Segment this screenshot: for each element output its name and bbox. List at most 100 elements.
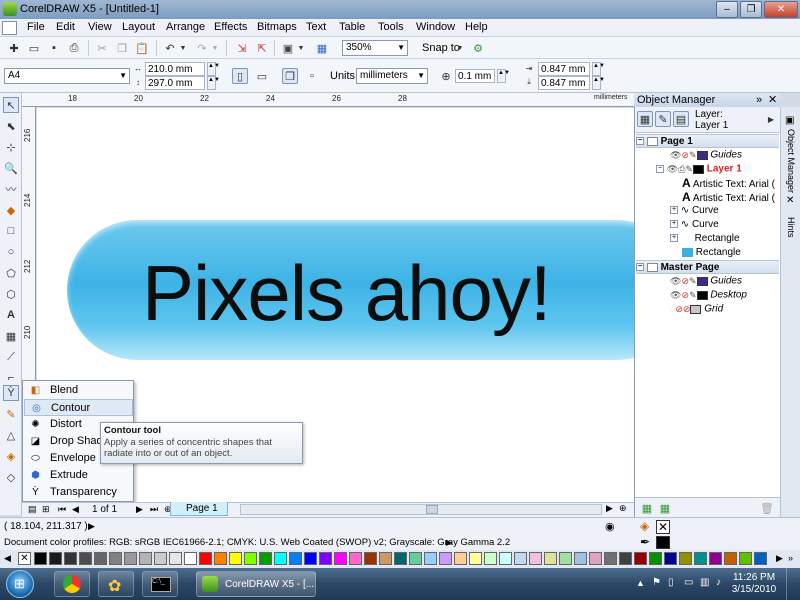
delete-icon[interactable]: 🗑	[759, 500, 775, 516]
flyout-item-extrude[interactable]: ⬢ Extrude	[24, 467, 133, 484]
polygon-tool-icon[interactable]: ⬠	[3, 265, 19, 281]
fill-tool-icon[interactable]: ◈	[3, 448, 19, 464]
outline-color-swatch[interactable]	[656, 536, 670, 549]
visibility-eye-icon[interactable]: 👁	[670, 288, 681, 302]
palette-swatch[interactable]	[529, 552, 542, 565]
all-pages-icon[interactable]: ❐	[282, 68, 298, 84]
dup-y-spinner[interactable]: ▲▼	[592, 76, 605, 90]
undo-icon[interactable]: ↶	[162, 40, 178, 56]
units-select[interactable]: millimeters ▼	[356, 68, 428, 84]
nudge-spinner[interactable]: ▲▼	[497, 69, 510, 83]
flyout-item-transparency[interactable]: Ỳ Transparency	[24, 484, 133, 501]
duplicate-distance-y-field[interactable]: 0.847 mm	[538, 76, 590, 90]
portrait-icon[interactable]: ▯	[232, 68, 248, 84]
collapse-icon[interactable]: −	[636, 263, 644, 272]
scroll-right-icon[interactable]: ▶	[606, 503, 613, 514]
palette-scroll-right-icon[interactable]: ▶	[776, 553, 783, 564]
palette-swatch[interactable]	[649, 552, 662, 565]
edit-pencil-icon[interactable]: ✎	[689, 274, 697, 288]
zoom-select[interactable]: 350% ▼	[342, 40, 408, 56]
freehand-tool-icon[interactable]: 〰	[3, 181, 19, 197]
visibility-eye-icon[interactable]: 👁	[670, 148, 681, 162]
menu-layout[interactable]: Layout	[122, 21, 155, 33]
palette-swatch[interactable]	[679, 552, 692, 565]
palette-swatch[interactable]	[694, 552, 707, 565]
palette-swatch[interactable]	[469, 552, 482, 565]
palette-swatch[interactable]	[424, 552, 437, 565]
palette-swatch[interactable]	[199, 552, 212, 565]
edit-pencil-icon[interactable]: ✎	[685, 162, 693, 176]
palette-swatch[interactable]	[94, 552, 107, 565]
palette-swatch[interactable]	[664, 552, 677, 565]
expand-icon[interactable]: +	[670, 220, 678, 229]
expand-icon[interactable]: +	[670, 206, 678, 215]
palette-swatch[interactable]	[289, 552, 302, 565]
undo-dropdown-icon[interactable]: ▼	[178, 40, 188, 56]
palette-swatch[interactable]	[169, 552, 182, 565]
tree-object-artistic-text[interactable]: A Artistic Text: Arial (	[636, 176, 779, 190]
crop-tool-icon[interactable]: ⊹	[3, 139, 19, 155]
horizontal-ruler[interactable]: 18 20 22 24 26 28 millimeters	[22, 93, 634, 107]
tray-volume-icon[interactable]: ♪	[716, 577, 721, 588]
print-disabled-icon[interactable]: ⊘	[681, 148, 689, 162]
close-button[interactable]: ✕	[764, 1, 798, 18]
edit-across-layers-icon[interactable]: ✎	[655, 111, 671, 127]
palette-swatch[interactable]	[634, 552, 647, 565]
menu-effects[interactable]: Effects	[214, 21, 247, 33]
panel-menu-icon[interactable]: ▶	[765, 111, 777, 127]
palette-swatch[interactable]	[739, 552, 752, 565]
palette-swatch[interactable]	[124, 552, 137, 565]
palette-swatch[interactable]	[49, 552, 62, 565]
profile-arrow-icon[interactable]: ▶	[446, 535, 452, 550]
palette-swatch[interactable]	[304, 552, 317, 565]
palette-swatch[interactable]	[334, 552, 347, 565]
duplicate-distance-x-field[interactable]: 0.847 mm	[538, 62, 590, 76]
last-page-icon[interactable]: ⏭	[150, 504, 158, 515]
print-icon[interactable]: ⎙	[678, 162, 685, 176]
cut-icon[interactable]: ✂	[94, 40, 110, 56]
tab-hints[interactable]: Hints	[786, 217, 796, 238]
coreldraw-app-icon[interactable]	[3, 2, 17, 16]
page-tab[interactable]: Page 1	[170, 502, 228, 516]
edit-pencil-icon[interactable]: ✎	[689, 148, 697, 162]
palette-swatch[interactable]	[34, 552, 47, 565]
menu-table[interactable]: Table	[339, 21, 365, 33]
page-width-field[interactable]: 210.0 mm	[145, 62, 205, 76]
menu-view[interactable]: View	[88, 21, 112, 33]
palette-swatch[interactable]	[754, 552, 767, 565]
tree-object-rectangle[interactable]: Rectangle	[636, 246, 779, 260]
artistic-text[interactable]: Pixels ahoy!	[142, 248, 552, 339]
tray-network-icon[interactable]: ▥	[700, 577, 709, 588]
nudge-distance-field[interactable]: 0.1 mm	[455, 69, 495, 83]
tree-layer-guides[interactable]: 👁⊘✎ Guides	[636, 148, 779, 162]
paper-size-select[interactable]: A4 ▼	[4, 68, 130, 84]
tray-expand-icon[interactable]: ▲	[636, 578, 645, 588]
previous-page-icon[interactable]: ◀	[72, 504, 79, 515]
taskbar-clock[interactable]: 11:26 PM 3/15/2010	[730, 572, 778, 596]
palette-swatch[interactable]	[439, 552, 452, 565]
edit-pencil-icon[interactable]: ✎	[689, 288, 697, 302]
print-icon[interactable]: ⎙	[66, 40, 82, 56]
pick-tool-icon[interactable]: ↖	[3, 97, 19, 113]
palette-swatch[interactable]	[229, 552, 242, 565]
palette-swatch[interactable]	[454, 552, 467, 565]
palette-swatch[interactable]	[349, 552, 362, 565]
horizontal-scroll-thumb[interactable]	[426, 505, 438, 514]
visibility-eye-icon[interactable]: 👁	[670, 274, 681, 288]
rectangle-tool-icon[interactable]: □	[3, 223, 19, 239]
panel-close-icon[interactable]: ✕	[768, 93, 777, 107]
interactive-fill-tool-icon[interactable]: ◇	[3, 469, 19, 485]
palette-swatch[interactable]	[409, 552, 422, 565]
launcher-dropdown-icon[interactable]: ▼	[296, 40, 306, 56]
palette-swatch[interactable]	[79, 552, 92, 565]
menu-tools[interactable]: Tools	[378, 21, 404, 33]
page-height-field[interactable]: 297.0 mm	[145, 76, 205, 90]
connector-tool-icon[interactable]: ⌐	[3, 370, 19, 386]
panel-expand-icon[interactable]: »	[756, 93, 762, 107]
palette-swatch[interactable]	[379, 552, 392, 565]
palette-swatch[interactable]	[544, 552, 557, 565]
menu-help[interactable]: Help	[465, 21, 488, 33]
palette-swatch[interactable]	[724, 552, 737, 565]
outline-tool-icon[interactable]: △	[3, 427, 19, 443]
tray-device-icon[interactable]: ▯	[668, 577, 674, 588]
